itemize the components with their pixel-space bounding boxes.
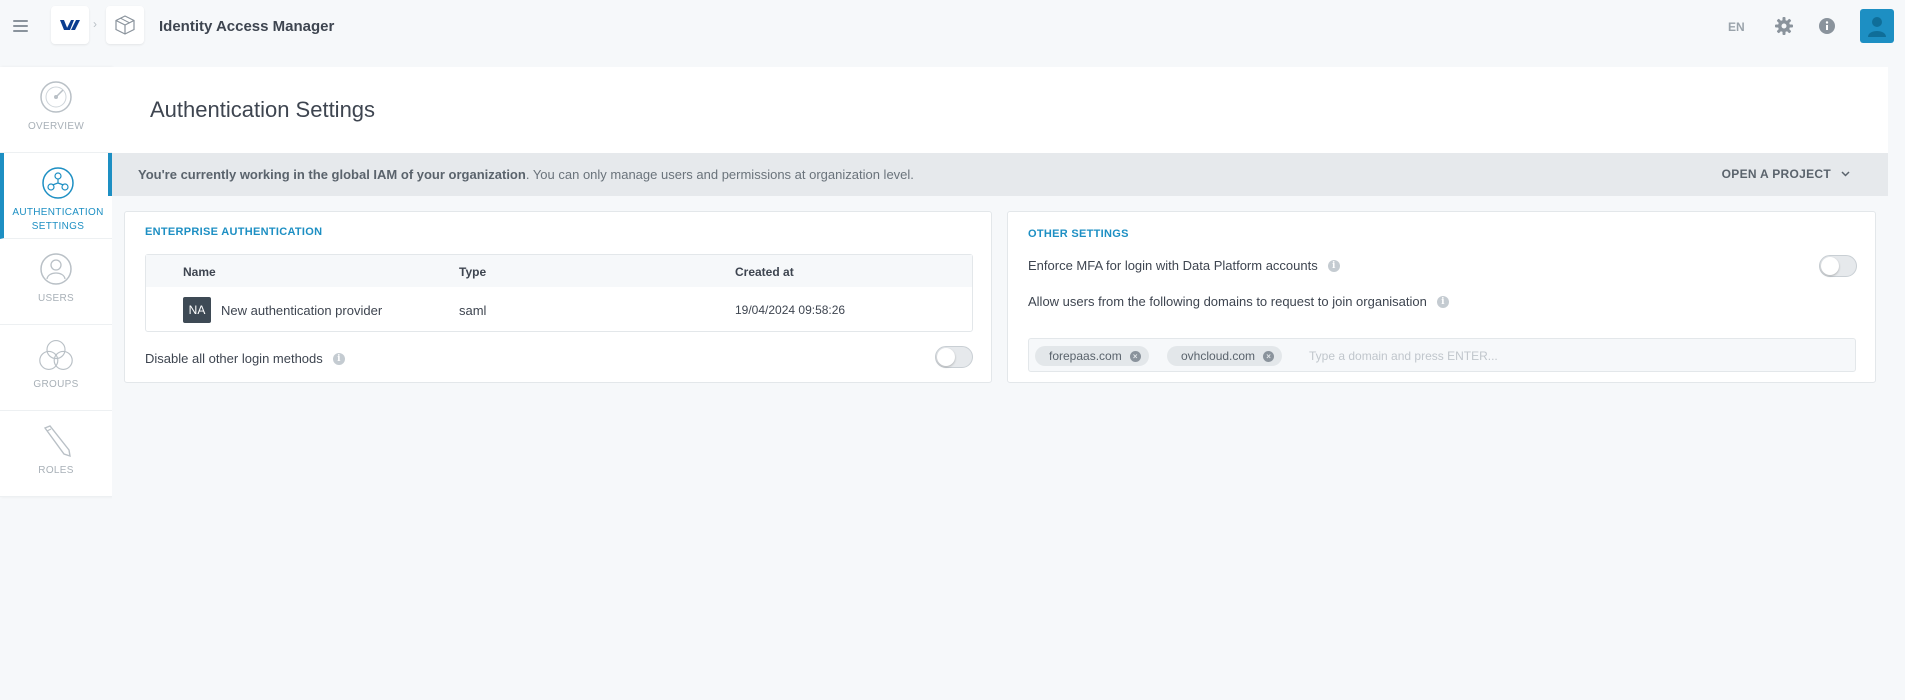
sidebar-item-overview[interactable]: OVERVIEW [0, 67, 112, 153]
provider-name: New authentication provider [221, 303, 383, 318]
domain-tag: ovhcloud.com × [1167, 346, 1283, 366]
domain-tag: forepaas.com × [1035, 346, 1149, 366]
enforce-mfa-setting: Enforce MFA for login with Data Platform… [1028, 258, 1340, 273]
remove-tag-icon[interactable]: × [1263, 350, 1275, 362]
sidebar-item-roles[interactable]: ROLES [0, 411, 112, 497]
breadcrumb-separator: › [93, 17, 97, 31]
allow-domains-label: Allow users from the following domains t… [1028, 294, 1427, 309]
disable-login-methods-label: Disable all other login methods [145, 351, 323, 366]
sidebar-item-label: AUTHENTICATION SETTINGS [4, 206, 112, 234]
notice-bold-text: You're currently working in the global I… [138, 167, 526, 182]
language-selector[interactable]: EN [1728, 20, 1745, 34]
enforce-mfa-label: Enforce MFA for login with Data Platform… [1028, 258, 1318, 273]
user-circle-icon [38, 251, 74, 287]
disable-login-methods-setting: Disable all other login methods i [145, 351, 345, 366]
disable-login-methods-toggle[interactable] [935, 346, 973, 368]
user-avatar-icon [1868, 17, 1886, 37]
section-title: ENTERPRISE AUTHENTICATION [145, 226, 323, 238]
column-header-name: Name [183, 265, 216, 279]
sidebar-item-users[interactable]: USERS [0, 239, 112, 325]
provider-created-at: 19/04/2024 09:58:26 [735, 303, 846, 317]
auth-provider-table: Name Type Created at NA New authenticati… [145, 254, 973, 332]
domain-tag-label: ovhcloud.com [1181, 349, 1256, 363]
domain-input[interactable] [1309, 346, 1829, 366]
gauge-icon [38, 79, 74, 115]
top-bar: › Identity Access Manager EN [0, 0, 1905, 53]
section-title: OTHER SETTINGS [1028, 228, 1129, 240]
column-header-type: Type [459, 265, 487, 279]
ovh-logo[interactable] [51, 6, 89, 44]
sidebar-item-label: GROUPS [33, 379, 79, 390]
domain-tag-label: forepaas.com [1049, 349, 1122, 363]
enforce-mfa-toggle[interactable] [1819, 255, 1857, 277]
sidebar-label-line2: SETTINGS [31, 221, 85, 232]
info-icon[interactable] [1817, 16, 1837, 36]
chevron-down-icon [1841, 171, 1850, 177]
info-icon[interactable]: i [332, 352, 345, 365]
domain-tag-input[interactable]: forepaas.com × ovhcloud.com × [1028, 338, 1856, 372]
menu-icon[interactable] [13, 20, 28, 32]
sidebar-item-label: ROLES [38, 465, 74, 476]
table-header [146, 255, 972, 287]
main-content: Authentication Settings You're currently… [108, 67, 1888, 700]
app-title: Identity Access Manager [159, 18, 335, 35]
network-globe-icon [40, 165, 76, 201]
notice-plain-text: . You can only manage users and permissi… [525, 167, 914, 182]
sidebar-item-groups[interactable]: GROUPS [0, 325, 112, 411]
provider-type: saml [459, 303, 487, 318]
open-project-dropdown[interactable]: OPEN A PROJECT [1722, 167, 1850, 181]
info-icon[interactable]: i [1327, 259, 1340, 272]
sidebar-item-label: USERS [38, 293, 74, 304]
open-project-label: OPEN A PROJECT [1721, 167, 1831, 181]
remove-tag-icon[interactable]: × [1129, 350, 1141, 362]
column-header-created: Created at [735, 265, 794, 279]
provider-initials-badge: NA [183, 297, 211, 323]
allow-domains-setting: Allow users from the following domains t… [1028, 294, 1449, 309]
toggle-knob [1821, 257, 1839, 275]
sidebar: OVERVIEW AUTHENTICATION SETTINGS USERS G… [0, 67, 112, 497]
info-icon[interactable]: i [1436, 295, 1449, 308]
notice-text: You're currently working in the global I… [138, 167, 914, 182]
sidebar-label-line1: AUTHENTICATION [12, 207, 104, 218]
avatar[interactable] [1860, 9, 1894, 43]
sidebar-item-label: OVERVIEW [27, 121, 85, 132]
other-settings-card: OTHER SETTINGS Enforce MFA for login wit… [1007, 211, 1876, 383]
page-header: Authentication Settings [112, 67, 1888, 153]
group-circles-icon [38, 337, 74, 373]
toggle-knob [937, 348, 955, 366]
pencil-icon [38, 423, 74, 459]
org-scope-notice: You're currently working in the global I… [108, 153, 1888, 196]
enterprise-authentication-card: ENTERPRISE AUTHENTICATION Name Type Crea… [124, 211, 992, 383]
gear-icon[interactable] [1774, 16, 1794, 36]
cube-icon [115, 15, 135, 35]
ovh-logo-icon [60, 20, 80, 30]
app-cube-button[interactable] [106, 6, 144, 44]
page-title: Authentication Settings [150, 97, 376, 122]
sidebar-item-authentication-settings[interactable]: AUTHENTICATION SETTINGS [0, 153, 112, 239]
